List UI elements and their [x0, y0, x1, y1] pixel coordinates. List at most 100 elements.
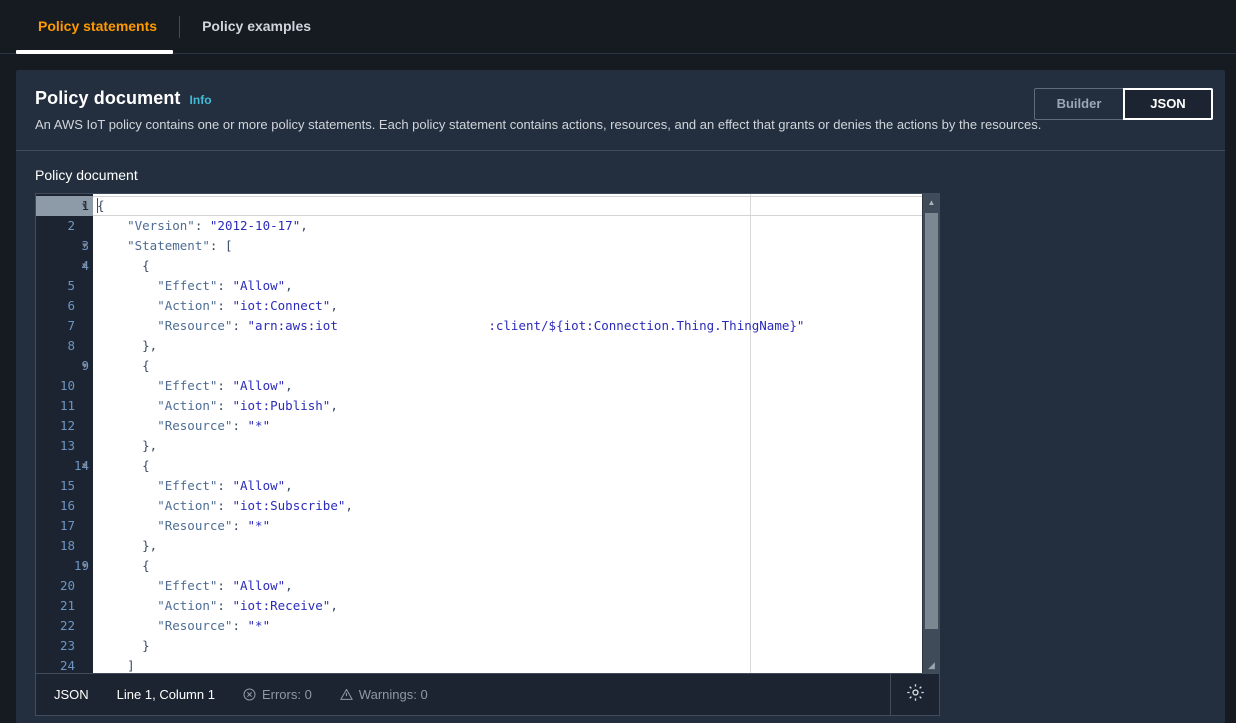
gutter-line-2[interactable]: 2 [36, 216, 93, 236]
code-line-18[interactable]: }, [93, 536, 939, 556]
code-token: , [285, 378, 293, 393]
tab-policy-statements-label: Policy statements [38, 18, 158, 34]
status-warnings-label: Warnings: 0 [358, 687, 428, 702]
code-line-11[interactable]: "Action": "iot:Publish", [93, 396, 939, 416]
line-number: 2 [67, 218, 75, 233]
builder-view-button[interactable]: Builder [1034, 88, 1124, 120]
gear-icon [906, 683, 925, 707]
code-line-12[interactable]: "Resource": "*" [93, 416, 939, 436]
code-line-10[interactable]: "Effect": "Allow", [93, 376, 939, 396]
code-token: { [97, 558, 150, 573]
tab-policy-statements[interactable]: Policy statements [16, 0, 179, 53]
card-description: An AWS IoT policy contains one or more p… [35, 117, 1042, 132]
info-link[interactable]: Info [190, 93, 212, 107]
code-line-6[interactable]: "Action": "iot:Connect", [93, 296, 939, 316]
gutter-line-8[interactable]: 8 [36, 336, 93, 356]
code-line-14[interactable]: { [93, 456, 939, 476]
code-token: "Action" [97, 298, 218, 313]
code-token: "2012-10-17" [209, 218, 301, 233]
code-token: "iot:Publish" [232, 398, 331, 413]
code-line-23[interactable]: } [93, 636, 939, 656]
gutter-line-12[interactable]: 12 [36, 416, 93, 436]
gutter-line-4[interactable]: 4 ▼ [36, 256, 93, 276]
editor-gutter[interactable]: 1 ▼ 2 3 ▼ 4 ▼ 5 6 7 8 9 ▼ 10 11 12 13 14 ▼ 15 16 17 18 19 ▼ 20 21 2… [36, 194, 93, 673]
gutter-line-14[interactable]: 14 ▼ [36, 456, 93, 476]
gutter-line-9[interactable]: 9 ▼ [36, 356, 93, 376]
gutter-line-7[interactable]: 7 [36, 316, 93, 336]
code-line-9[interactable]: { [93, 356, 939, 376]
fold-toggle-icon[interactable]: ▼ [79, 456, 90, 476]
editor-code-area[interactable]: { "Version": "2012-10-17", "Statement": … [93, 194, 939, 673]
tab-policy-examples[interactable]: Policy examples [180, 0, 333, 53]
line-number: 20 [59, 578, 75, 593]
code-token: : [217, 578, 233, 593]
fold-toggle-icon[interactable]: ▼ [79, 236, 90, 256]
code-token: , [330, 398, 338, 413]
editor-settings-button[interactable] [890, 674, 939, 715]
code-line-22[interactable]: "Resource": "*" [93, 616, 939, 636]
scroll-up-arrow-icon[interactable]: ▲ [923, 194, 939, 211]
gutter-line-15[interactable]: 15 [36, 476, 93, 496]
code-line-7[interactable]: "Resource": "arn:aws:iot :client/${iot:C… [93, 316, 939, 336]
scrollbar-thumb[interactable] [925, 213, 938, 629]
json-view-button[interactable]: JSON [1123, 88, 1213, 120]
gutter-line-23[interactable]: 23 [36, 636, 93, 656]
code-line-5[interactable]: "Effect": "Allow", [93, 276, 939, 296]
code-token: "*" [247, 418, 271, 433]
code-token: "iot:Receive" [232, 598, 331, 613]
code-token: "Effect" [97, 478, 218, 493]
gutter-line-11[interactable]: 11 [36, 396, 93, 416]
fold-toggle-icon[interactable]: ▼ [79, 556, 90, 576]
code-line-8[interactable]: }, [93, 336, 939, 356]
code-token: "Effect" [97, 278, 218, 293]
gutter-line-13[interactable]: 13 [36, 436, 93, 456]
gutter-line-1[interactable]: 1 ▼ [36, 196, 93, 216]
code-token: "arn:aws:iot :client/${iot:Connection.Th… [247, 318, 805, 333]
scroll-down-arrow-icon[interactable]: ◢ [923, 656, 939, 673]
policy-document-editor[interactable]: 1 ▼ 2 3 ▼ 4 ▼ 5 6 7 8 9 ▼ 10 11 12 13 14 ▼ 15 16 17 18 19 ▼ 20 21 2… [35, 193, 940, 674]
code-line-1[interactable]: { [93, 196, 939, 216]
code-token: "Resource" [97, 518, 233, 533]
gutter-line-6[interactable]: 6 [36, 296, 93, 316]
code-line-4[interactable]: { [93, 256, 939, 276]
code-token: : [217, 598, 233, 613]
code-token: : [217, 498, 233, 513]
fold-toggle-icon[interactable]: ▼ [79, 356, 90, 376]
code-token: ] [97, 658, 135, 673]
code-token: , [330, 598, 338, 613]
code-line-2[interactable]: "Version": "2012-10-17", [93, 216, 939, 236]
code-line-13[interactable]: }, [93, 436, 939, 456]
gutter-line-3[interactable]: 3 ▼ [36, 236, 93, 256]
fold-toggle-icon[interactable]: ▼ [79, 256, 90, 276]
gutter-line-22[interactable]: 22 [36, 616, 93, 636]
code-line-17[interactable]: "Resource": "*" [93, 516, 939, 536]
gutter-line-17[interactable]: 17 [36, 516, 93, 536]
code-line-3[interactable]: "Statement": [ [93, 236, 939, 256]
tab-bar-rule [0, 53, 1236, 54]
fold-toggle-icon[interactable]: ▼ [79, 196, 90, 216]
code-line-20[interactable]: "Effect": "Allow", [93, 576, 939, 596]
editor-section: Policy document 1 ▼ 2 3 ▼ 4 ▼ 5 6 7 8 9 ▼ 10 11 12 13 14 ▼… [16, 151, 1225, 716]
line-number: 17 [59, 518, 75, 533]
gutter-line-19[interactable]: 19 ▼ [36, 556, 93, 576]
code-line-21[interactable]: "Action": "iot:Receive", [93, 596, 939, 616]
gutter-line-24[interactable]: 24 [36, 656, 93, 673]
gutter-line-18[interactable]: 18 [36, 536, 93, 556]
gutter-line-16[interactable]: 16 [36, 496, 93, 516]
code-token: : [217, 278, 233, 293]
gutter-line-10[interactable]: 10 [36, 376, 93, 396]
tab-bar: Policy statements Policy examples [0, 0, 1236, 54]
code-line-15[interactable]: "Effect": "Allow", [93, 476, 939, 496]
gutter-line-20[interactable]: 20 [36, 576, 93, 596]
code-line-24[interactable]: ] [93, 656, 939, 673]
code-line-16[interactable]: "Action": "iot:Subscribe", [93, 496, 939, 516]
status-items: JSON Line 1, Column 1 Errors: 0 Warnings… [36, 687, 456, 702]
editor-vertical-scrollbar[interactable]: ▲ ◢ [922, 194, 939, 673]
gutter-line-5[interactable]: 5 [36, 276, 93, 296]
code-token: }, [97, 538, 158, 553]
code-token: , [285, 278, 293, 293]
gutter-line-21[interactable]: 21 [36, 596, 93, 616]
code-line-19[interactable]: { [93, 556, 939, 576]
line-number: 18 [59, 538, 75, 553]
status-errors: Errors: 0 [243, 687, 312, 702]
